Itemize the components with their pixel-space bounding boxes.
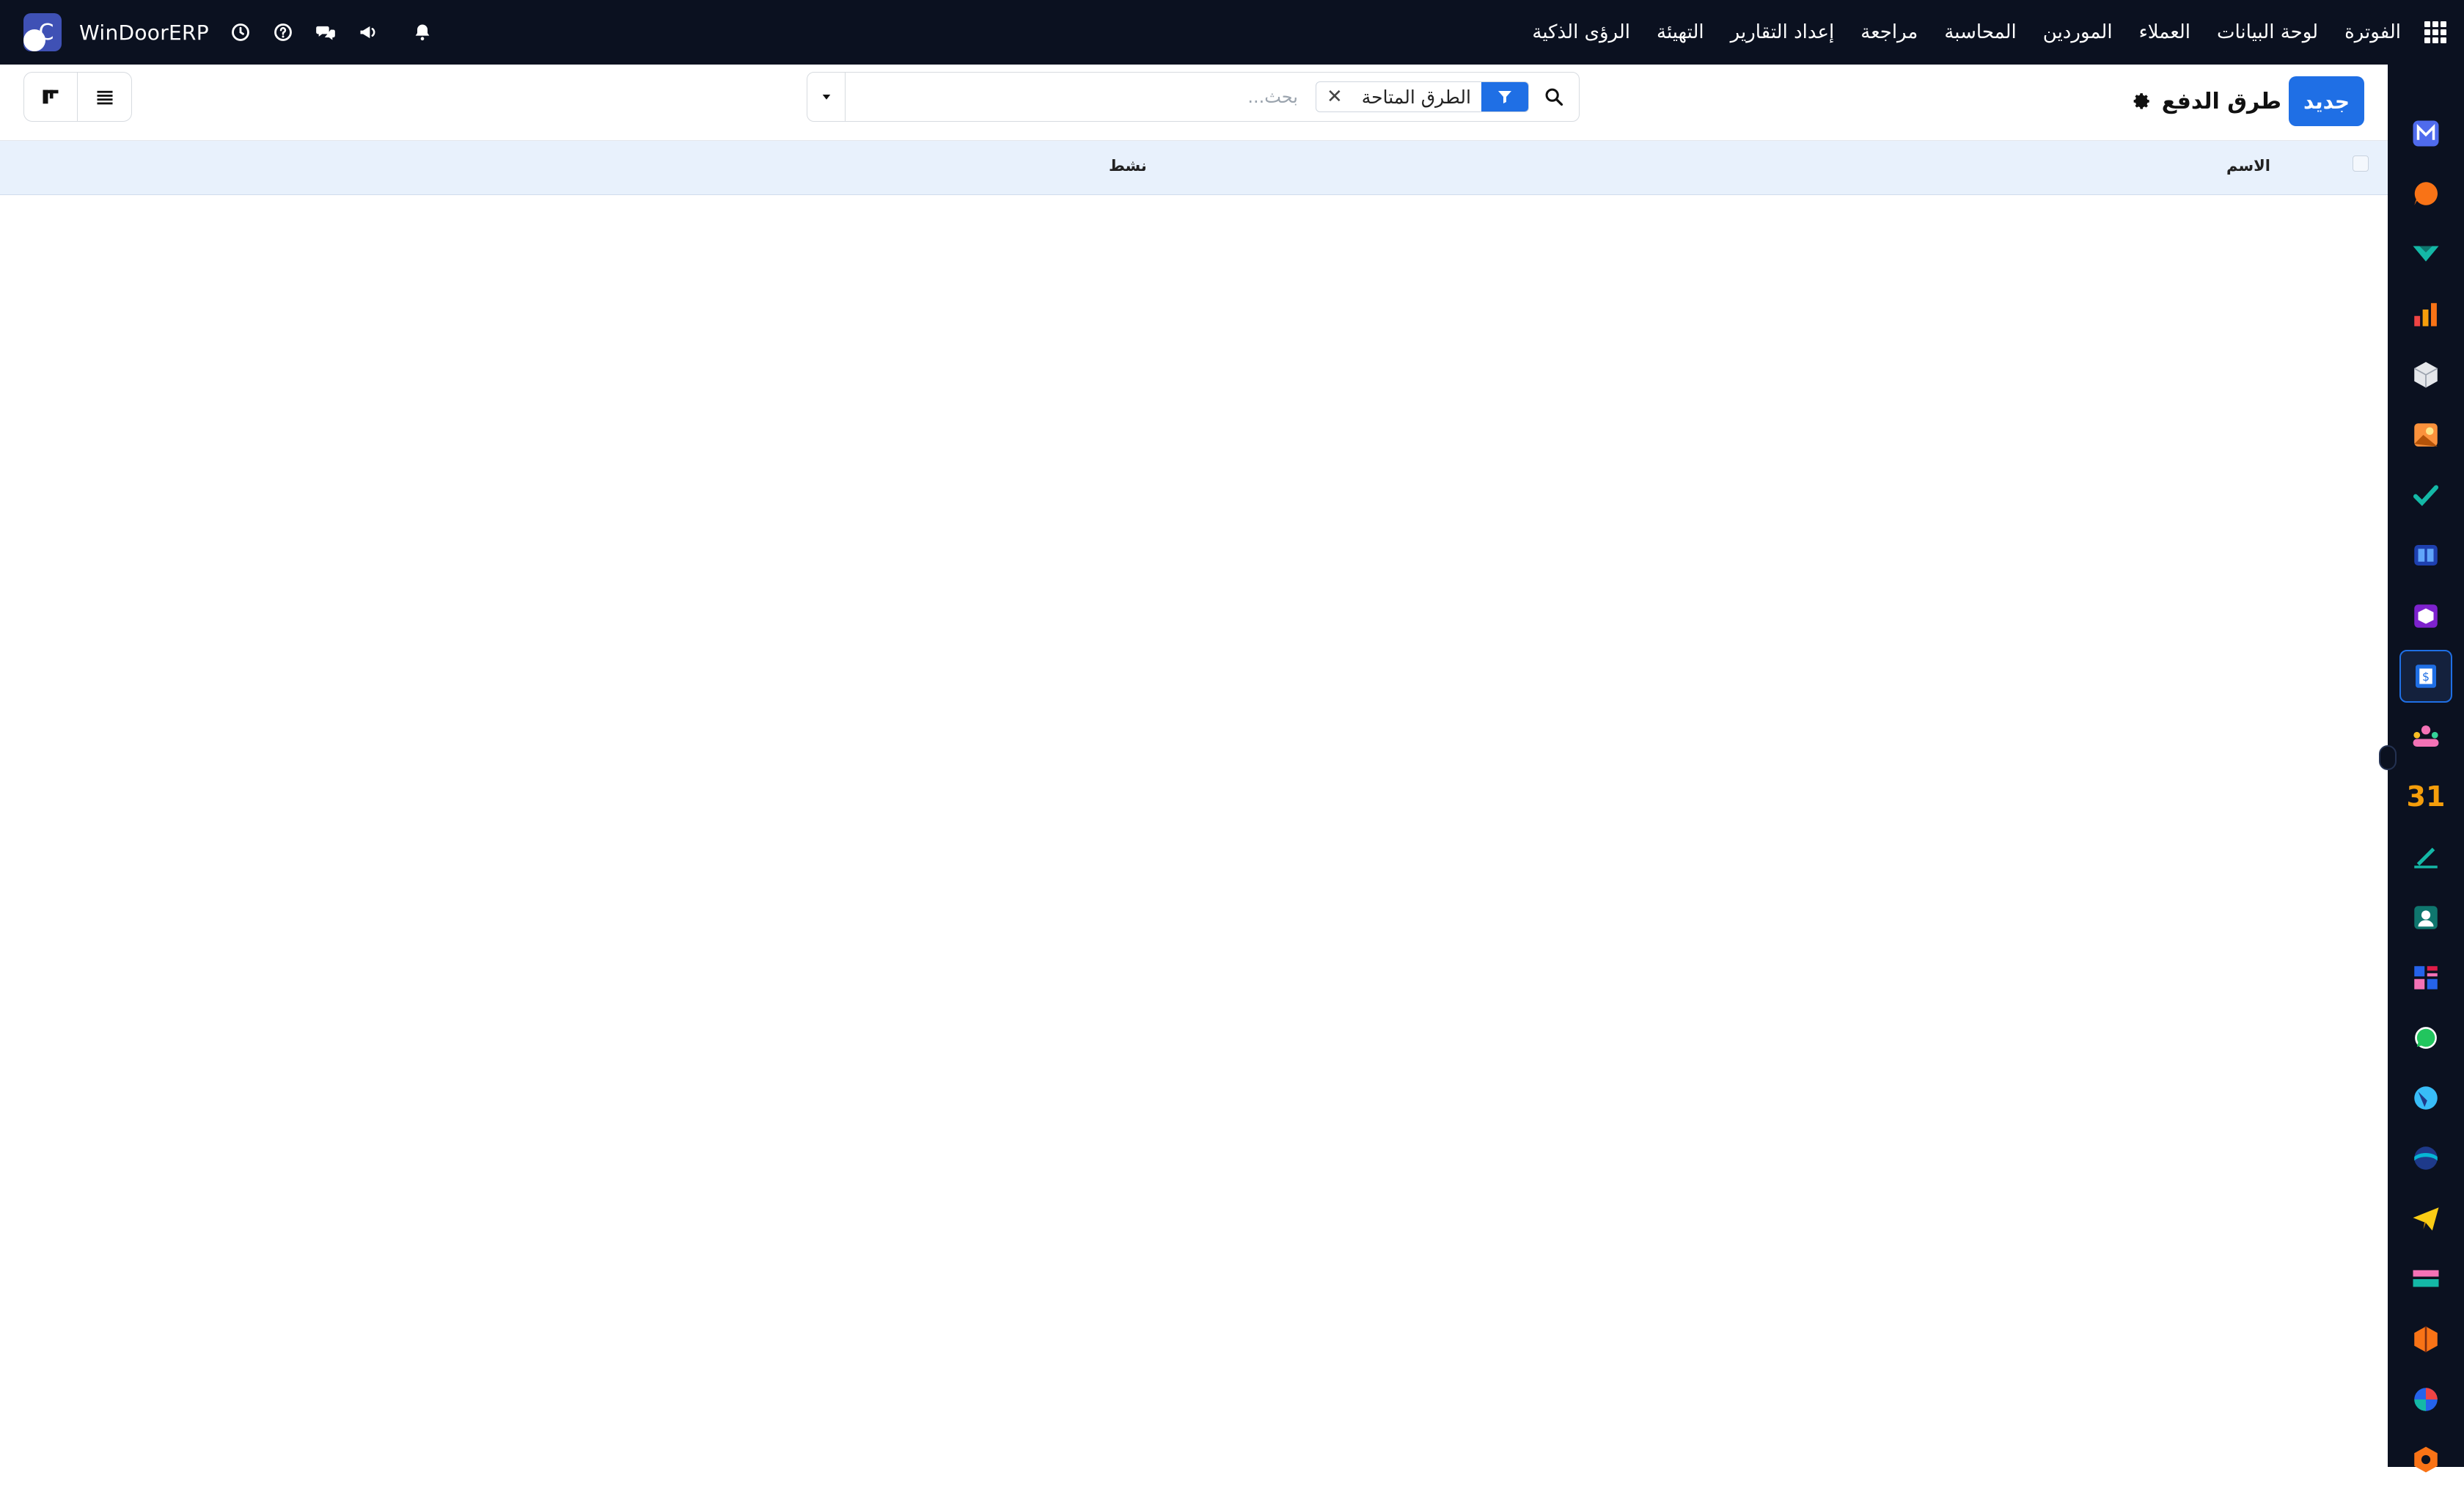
app-bar-chart-icon[interactable] — [2399, 288, 2452, 341]
app-dashboard-blocks-icon[interactable] — [2399, 951, 2452, 1004]
menu-review[interactable]: مراجعة — [1860, 21, 1918, 43]
gear-icon[interactable] — [2133, 92, 2152, 111]
app-check-icon[interactable] — [2399, 469, 2452, 521]
top-navbar: C WinDoorERP الفوترة لوحة البيانات العمل… — [0, 0, 2464, 65]
apps-grid-icon[interactable] — [2424, 21, 2446, 43]
app-pie-icon[interactable] — [2399, 1373, 2452, 1426]
main-menu: الفوترة لوحة البيانات العملاء الموردين ا… — [1506, 0, 2446, 65]
clock-icon[interactable] — [230, 21, 252, 43]
company-logo[interactable]: C — [23, 13, 62, 51]
search-options-toggle[interactable] — [807, 73, 846, 121]
menu-smart-insights[interactable]: الرؤى الذكية — [1532, 21, 1630, 43]
bell-icon[interactable] — [411, 21, 433, 43]
app-m-icon[interactable] — [2399, 107, 2452, 160]
kanban-view-button[interactable] — [23, 72, 78, 122]
menu-vendors[interactable]: الموردين — [2043, 21, 2113, 43]
logo-letter: C — [38, 19, 54, 45]
app-teal-arrow-icon[interactable] — [2399, 227, 2452, 280]
facet-remove-icon[interactable]: ✕ — [1316, 86, 1352, 108]
menu-dashboard[interactable]: لوحة البيانات — [2217, 21, 2318, 43]
list-table-header: الاسم نشط — [0, 141, 2388, 195]
megaphone-icon[interactable] — [357, 21, 379, 43]
search-icon — [1545, 88, 1563, 106]
app-cube-icon[interactable] — [2399, 348, 2452, 401]
menu-accounting[interactable]: المحاسبة — [1944, 21, 2016, 43]
new-button[interactable]: جديد — [2288, 76, 2364, 126]
caret-down-icon — [822, 95, 830, 100]
menu-configuration[interactable]: التهيئة — [1657, 21, 1704, 43]
app-sign-icon[interactable] — [2399, 830, 2452, 883]
app-whatsapp-icon[interactable] — [2399, 1011, 2452, 1064]
app-wave-icon[interactable] — [2399, 1132, 2452, 1185]
search-button[interactable] — [1529, 73, 1579, 121]
kanban-view-icon — [43, 89, 59, 104]
menu-reporting[interactable]: إعداد التقارير — [1731, 21, 1835, 43]
filter-icon — [1481, 82, 1528, 111]
help-icon[interactable] — [272, 21, 294, 43]
app-hexagon-icon[interactable] — [2399, 1313, 2452, 1366]
view-switcher — [23, 72, 132, 122]
navbar-systray: C WinDoorERP — [23, 0, 433, 65]
page-title-area: جديد طرق الدفع — [2133, 76, 2364, 126]
app-settings-hex-icon[interactable] — [2399, 1433, 2452, 1486]
column-header-active[interactable]: نشط — [1109, 157, 1147, 175]
list-view-button[interactable] — [78, 72, 132, 122]
sidebar-toggle-handle[interactable] — [2379, 745, 2397, 770]
search-input[interactable] — [846, 75, 1307, 119]
app-box-icon[interactable] — [2399, 590, 2452, 643]
column-header-name[interactable]: الاسم — [2226, 157, 2270, 175]
app-discuss-icon[interactable] — [2399, 1072, 2452, 1124]
menu-customers[interactable]: العملاء — [2139, 21, 2190, 43]
app-team-icon[interactable] — [2399, 710, 2452, 763]
menu-invoicing[interactable]: الفوترة — [2344, 21, 2401, 43]
facet-label: الطرق المتاحة — [1361, 86, 1471, 108]
search-facet: الطرق المتاحة ✕ — [1315, 81, 1529, 112]
app-book-icon[interactable] — [2399, 529, 2452, 582]
svg-text:$: $ — [2422, 670, 2430, 684]
app-contacts-icon[interactable] — [2399, 891, 2452, 944]
app-photo-icon[interactable] — [2399, 409, 2452, 461]
chat-icon[interactable] — [315, 21, 337, 43]
apps-sidebar: $31 — [2379, 65, 2464, 1473]
app-bank-icon[interactable] — [2399, 1253, 2452, 1306]
app-send-icon[interactable] — [2399, 1193, 2452, 1245]
app-invoice-icon[interactable]: $ — [2399, 649, 2452, 703]
select-all-checkbox[interactable] — [2353, 155, 2369, 172]
search-panel: الطرق المتاحة ✕ — [807, 72, 1580, 122]
company-name[interactable]: WinDoorERP — [79, 21, 209, 45]
page-title: طرق الدفع — [2161, 88, 2281, 114]
calendar-day-number: 31 — [2406, 780, 2446, 813]
app-chat-bubble-icon[interactable] — [2399, 167, 2452, 220]
list-view-icon — [97, 90, 112, 105]
control-panel: الطرق المتاحة ✕ جديد طرق الدفع — [0, 65, 2388, 141]
app-calendar-icon[interactable]: 31 — [2399, 770, 2452, 823]
